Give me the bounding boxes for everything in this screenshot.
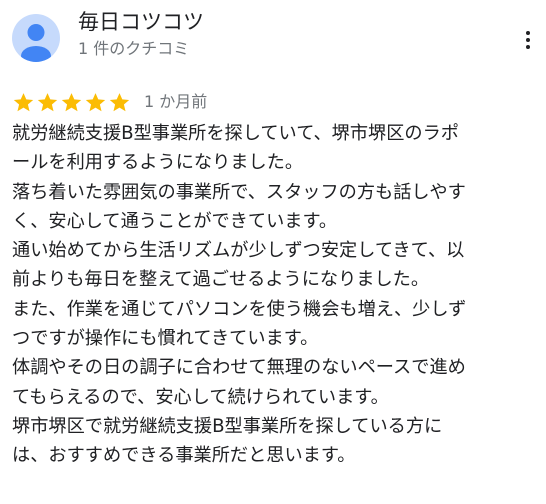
review-text-line: 就労継続支援B型事業所を探していて、堺市堺区のラポ xyxy=(12,123,459,144)
review-text-line: 堺市堺区で就労継続支援B型事業所を探している方に xyxy=(12,415,443,437)
review-text-line: 体調やその日の調子に合わせて無理のないペースで進め xyxy=(12,357,466,379)
reviewer-review-count: 1 件のクチコミ xyxy=(78,39,190,58)
more-options-button[interactable] xyxy=(516,28,540,52)
review-date: 1 か月前 xyxy=(144,92,208,111)
review-text-line: ールを利用するようになりました。 xyxy=(12,152,304,174)
star-rating xyxy=(12,91,132,114)
review-text-line: てもらえるので、安心して続けられています。 xyxy=(12,386,389,408)
review-text-line: 前よりも毎日を整えて過ごせるようになりました。 xyxy=(12,269,430,291)
review-text-line: く、安心して通うことができています。 xyxy=(12,210,338,232)
star-icon xyxy=(60,91,83,114)
review-header: 毎日コツコツ 1 件のクチコミ xyxy=(0,0,546,80)
person-icon xyxy=(21,24,51,62)
star-icon xyxy=(108,91,131,114)
more-vert-icon xyxy=(526,31,530,49)
review-card: 毎日コツコツ 1 件のクチコミ 1 か月前 就労継続支援B型事業所を探していて、… xyxy=(0,0,546,504)
avatar[interactable] xyxy=(12,14,60,62)
review-text-line: 落ち着いた雰囲気の事業所で、スタッフの方も話しやす xyxy=(12,181,466,203)
rating-row: 1 か月前 xyxy=(12,88,207,116)
review-text-line: は、おすすめできる事業所だと思います。 xyxy=(12,445,356,467)
star-icon xyxy=(12,91,35,114)
review-text-line: また、作業を通じてパソコンを使う機会も増え、少しず xyxy=(12,298,467,320)
reviewer-name[interactable]: 毎日コツコツ xyxy=(78,8,204,36)
star-icon xyxy=(84,91,107,114)
star-icon xyxy=(36,91,59,114)
review-text: 就労継続支援B型事業所を探していて、堺市堺区のラポ ールを利用するようになりました… xyxy=(12,119,540,471)
review-text-line: 通い始めてから生活リズムが少しずつ安定してきて、以 xyxy=(12,240,465,262)
review-text-line: つですが操作にも慣れてきています。 xyxy=(12,328,319,350)
